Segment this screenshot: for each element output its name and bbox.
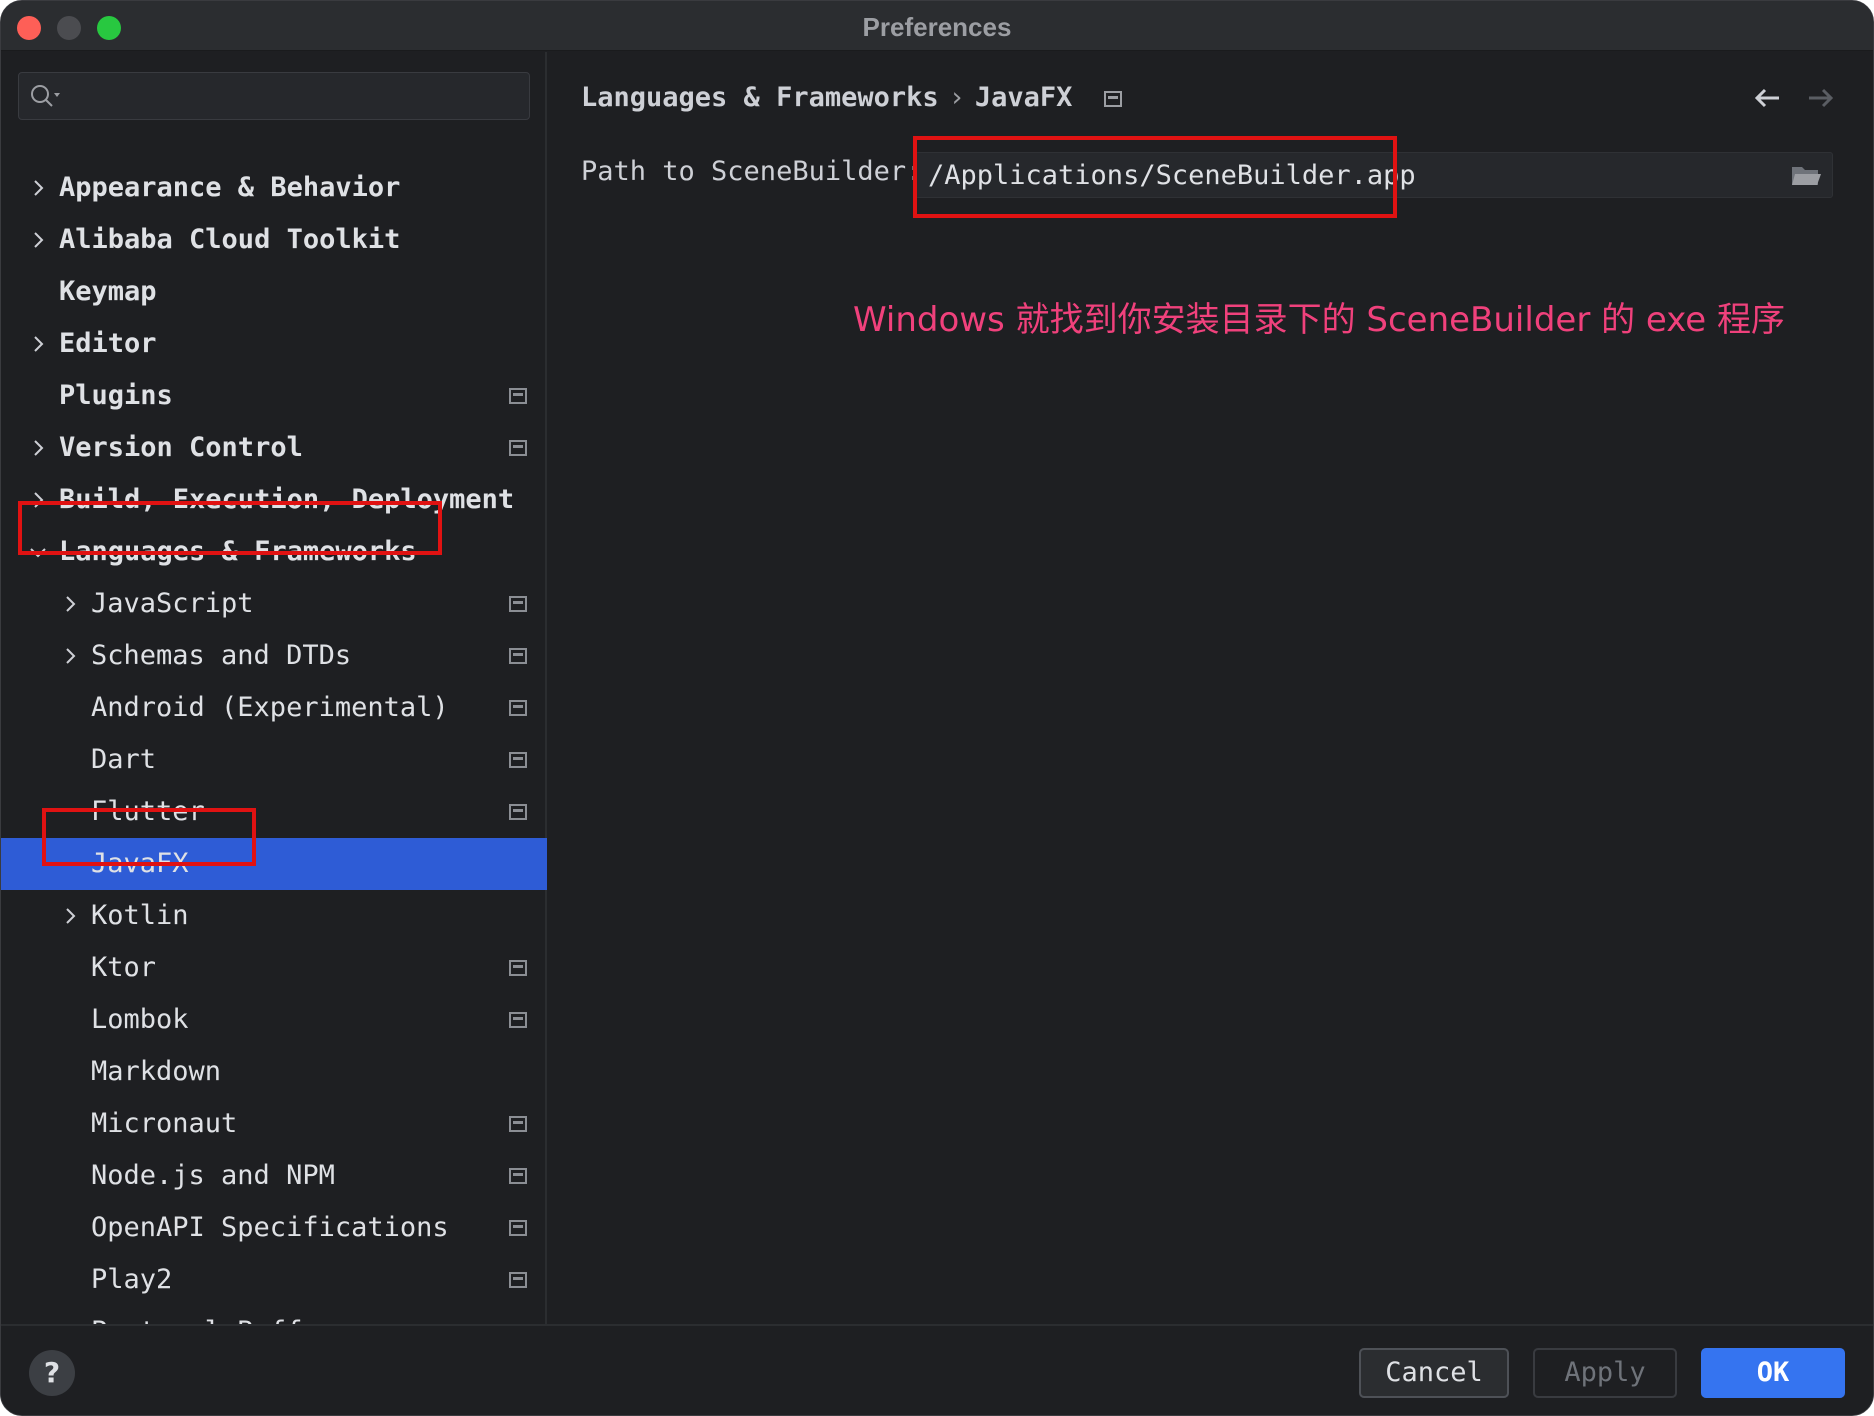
sidebar-item-play2[interactable]: Play2 xyxy=(1,1254,547,1306)
sidebar-item-label: Dart xyxy=(91,744,157,775)
sidebar-item-label: Schemas and DTDs xyxy=(91,640,352,671)
sidebar-item-label: Android (Experimental) xyxy=(91,692,449,723)
sidebar-item-markdown[interactable]: Markdown xyxy=(1,1046,547,1098)
sidebar-item-label: Flutter xyxy=(91,796,205,827)
chevron-right-icon[interactable] xyxy=(27,177,49,199)
sidebar-item-javafx[interactable]: JavaFX xyxy=(1,838,547,890)
sidebar-item-label: OpenAPI Specifications xyxy=(91,1212,449,1243)
project-settings-icon xyxy=(509,1012,527,1028)
title-bar: Preferences xyxy=(1,1,1873,51)
project-settings-icon xyxy=(509,596,527,612)
breadcrumb-separator: › xyxy=(948,82,965,113)
chevron-right-icon[interactable] xyxy=(27,437,49,459)
project-settings-icon xyxy=(509,648,527,664)
sidebar-item-keymap[interactable]: Keymap xyxy=(1,266,547,318)
settings-sidebar: Appearance & Behavior Alibaba Cloud Toolk… xyxy=(1,52,547,1347)
window-title: Preferences xyxy=(862,12,1012,42)
preferences-window: Preferences Appearance & Behavior Alibaba… xyxy=(0,0,1874,1416)
forward-arrow-icon[interactable] xyxy=(1805,82,1837,114)
sidebar-item-label: Micronaut xyxy=(91,1108,238,1139)
project-settings-icon xyxy=(509,1220,527,1236)
annotation-text: Windows 就找到你安装目录下的 SceneBuilder 的 exe 程序 xyxy=(853,300,1786,340)
sidebar-item-node-js-and-npm[interactable]: Node.js and NPM xyxy=(1,1150,547,1202)
sidebar-item-micronaut[interactable]: Micronaut xyxy=(1,1098,547,1150)
cancel-button[interactable]: Cancel xyxy=(1359,1348,1509,1398)
project-settings-icon xyxy=(509,440,527,456)
sidebar-item-build-execution-deployment[interactable]: Build, Execution, Deployment xyxy=(1,474,547,526)
sidebar-item-label: Alibaba Cloud Toolkit xyxy=(59,224,401,255)
sidebar-item-label: Plugins xyxy=(59,380,173,411)
sidebar-item-plugins[interactable]: Plugins xyxy=(1,370,547,422)
sidebar-item-label: JavaFX xyxy=(91,848,189,879)
chevron-right-icon[interactable] xyxy=(27,229,49,251)
sidebar-item-flutter[interactable]: Flutter xyxy=(1,786,547,838)
sidebar-item-javascript[interactable]: JavaScript xyxy=(1,578,547,630)
sidebar-item-label: Version Control xyxy=(59,432,303,463)
apply-button[interactable]: Apply xyxy=(1533,1348,1677,1398)
sidebar-item-lombok[interactable]: Lombok xyxy=(1,994,547,1046)
sidebar-item-label: Languages & Frameworks xyxy=(59,536,417,567)
project-settings-icon xyxy=(509,700,527,716)
settings-content: Languages & Frameworks › JavaFX Path to Sc… xyxy=(549,52,1873,1324)
ok-button[interactable]: OK xyxy=(1701,1348,1845,1398)
sidebar-item-label: Build, Execution, Deployment xyxy=(59,484,515,515)
project-settings-icon xyxy=(509,1168,527,1184)
project-settings-icon xyxy=(509,1116,527,1132)
sidebar-item-label: Editor xyxy=(59,328,157,359)
breadcrumb: Languages & Frameworks › JavaFX xyxy=(581,82,1123,113)
project-settings-icon xyxy=(509,960,527,976)
project-settings-icon xyxy=(509,804,527,820)
chevron-right-icon[interactable] xyxy=(27,489,49,511)
settings-search-input[interactable] xyxy=(18,72,530,120)
scenebuilder-path-field[interactable]: /Applications/SceneBuilder.app xyxy=(915,152,1833,198)
sidebar-item-editor[interactable]: Editor xyxy=(1,318,547,370)
sidebar-item-label: Kotlin xyxy=(91,900,189,931)
chevron-down-icon[interactable] xyxy=(27,541,49,563)
sidebar-item-appearance-behavior[interactable]: Appearance & Behavior xyxy=(1,162,547,214)
project-settings-icon xyxy=(509,752,527,768)
help-button[interactable]: ? xyxy=(29,1350,75,1396)
project-settings-icon xyxy=(509,388,527,404)
sidebar-item-label: Keymap xyxy=(59,276,157,307)
scenebuilder-path-value[interactable]: /Applications/SceneBuilder.app xyxy=(928,160,1416,191)
sidebar-item-label: JavaScript xyxy=(91,588,254,619)
sidebar-item-ktor[interactable]: Ktor xyxy=(1,942,547,994)
breadcrumb-item-javafx: JavaFX xyxy=(974,82,1073,113)
sidebar-item-alibaba-cloud-toolkit[interactable]: Alibaba Cloud Toolkit xyxy=(1,214,547,266)
project-settings-icon xyxy=(509,1272,527,1288)
sidebar-item-dart[interactable]: Dart xyxy=(1,734,547,786)
search-icon xyxy=(31,85,60,107)
sidebar-item-languages-frameworks[interactable]: Languages & Frameworks xyxy=(1,526,547,578)
sidebar-item-version-control[interactable]: Version Control xyxy=(1,422,547,474)
breadcrumb-item-languages-frameworks[interactable]: Languages & Frameworks xyxy=(581,82,939,113)
chevron-right-icon[interactable] xyxy=(59,593,81,615)
sidebar-item-label: Appearance & Behavior xyxy=(59,172,401,203)
sidebar-item-label: Play2 xyxy=(91,1264,173,1295)
dialog-footer: ? Cancel Apply OK xyxy=(1,1324,1873,1415)
project-settings-icon xyxy=(1103,90,1122,107)
back-arrow-icon[interactable] xyxy=(1751,82,1783,114)
sidebar-item-schemas-and-dtds[interactable]: Schemas and DTDs xyxy=(1,630,547,682)
sidebar-item-label: Markdown xyxy=(91,1056,222,1087)
sidebar-item-openapi-specifications[interactable]: OpenAPI Specifications xyxy=(1,1202,547,1254)
scenebuilder-path-label: Path to SceneBuilder: xyxy=(581,156,923,187)
browse-folder-icon[interactable] xyxy=(1790,163,1822,189)
sidebar-item-label: Lombok xyxy=(91,1004,189,1035)
sidebar-item-android-experimental[interactable]: Android (Experimental) xyxy=(1,682,547,734)
chevron-right-icon[interactable] xyxy=(59,645,81,667)
chevron-right-icon[interactable] xyxy=(59,905,81,927)
chevron-right-icon[interactable] xyxy=(27,333,49,355)
sidebar-item-kotlin[interactable]: Kotlin xyxy=(1,890,547,942)
sidebar-item-label: Ktor xyxy=(91,952,157,983)
sidebar-item-label: Node.js and NPM xyxy=(91,1160,335,1191)
